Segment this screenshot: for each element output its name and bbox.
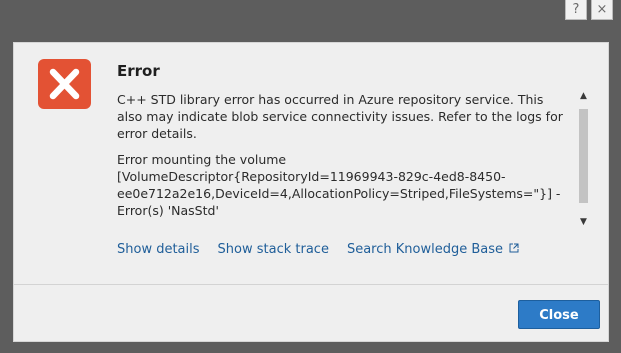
show-stack-trace-link[interactable]: Show stack trace	[218, 242, 329, 257]
search-knowledge-base-link[interactable]: Search Knowledge Base	[347, 242, 519, 257]
external-link-icon	[506, 243, 519, 256]
x-mark-icon	[49, 68, 80, 100]
error-message-area: C++ STD library error has occurred in Az…	[117, 91, 567, 228]
dialog-title: Error	[117, 62, 160, 80]
show-details-link[interactable]: Show details	[117, 242, 200, 257]
dialog-links: Show details Show stack trace Search Kno…	[117, 242, 519, 257]
error-dialog: Error C++ STD library error has occurred…	[13, 42, 609, 342]
close-button[interactable]: Close	[518, 300, 600, 329]
scroll-down-arrow-icon[interactable]: ▼	[577, 217, 590, 227]
help-button[interactable]: ?	[565, 0, 587, 20]
error-icon	[38, 59, 91, 109]
scroll-thumb[interactable]	[579, 109, 588, 203]
scroll-up-arrow-icon[interactable]: ▲	[577, 91, 590, 101]
footer-divider	[14, 284, 608, 285]
window-controls: ? ×	[565, 0, 613, 20]
message-scrollbar[interactable]: ▲ ▼	[577, 91, 590, 227]
error-message-summary: C++ STD library error has occurred in Az…	[117, 92, 563, 141]
window-close-button[interactable]: ×	[591, 0, 613, 20]
search-knowledge-base-label: Search Knowledge Base	[346, 242, 503, 257]
error-message-detail: Error mounting the volume [VolumeDescrip…	[117, 152, 561, 218]
